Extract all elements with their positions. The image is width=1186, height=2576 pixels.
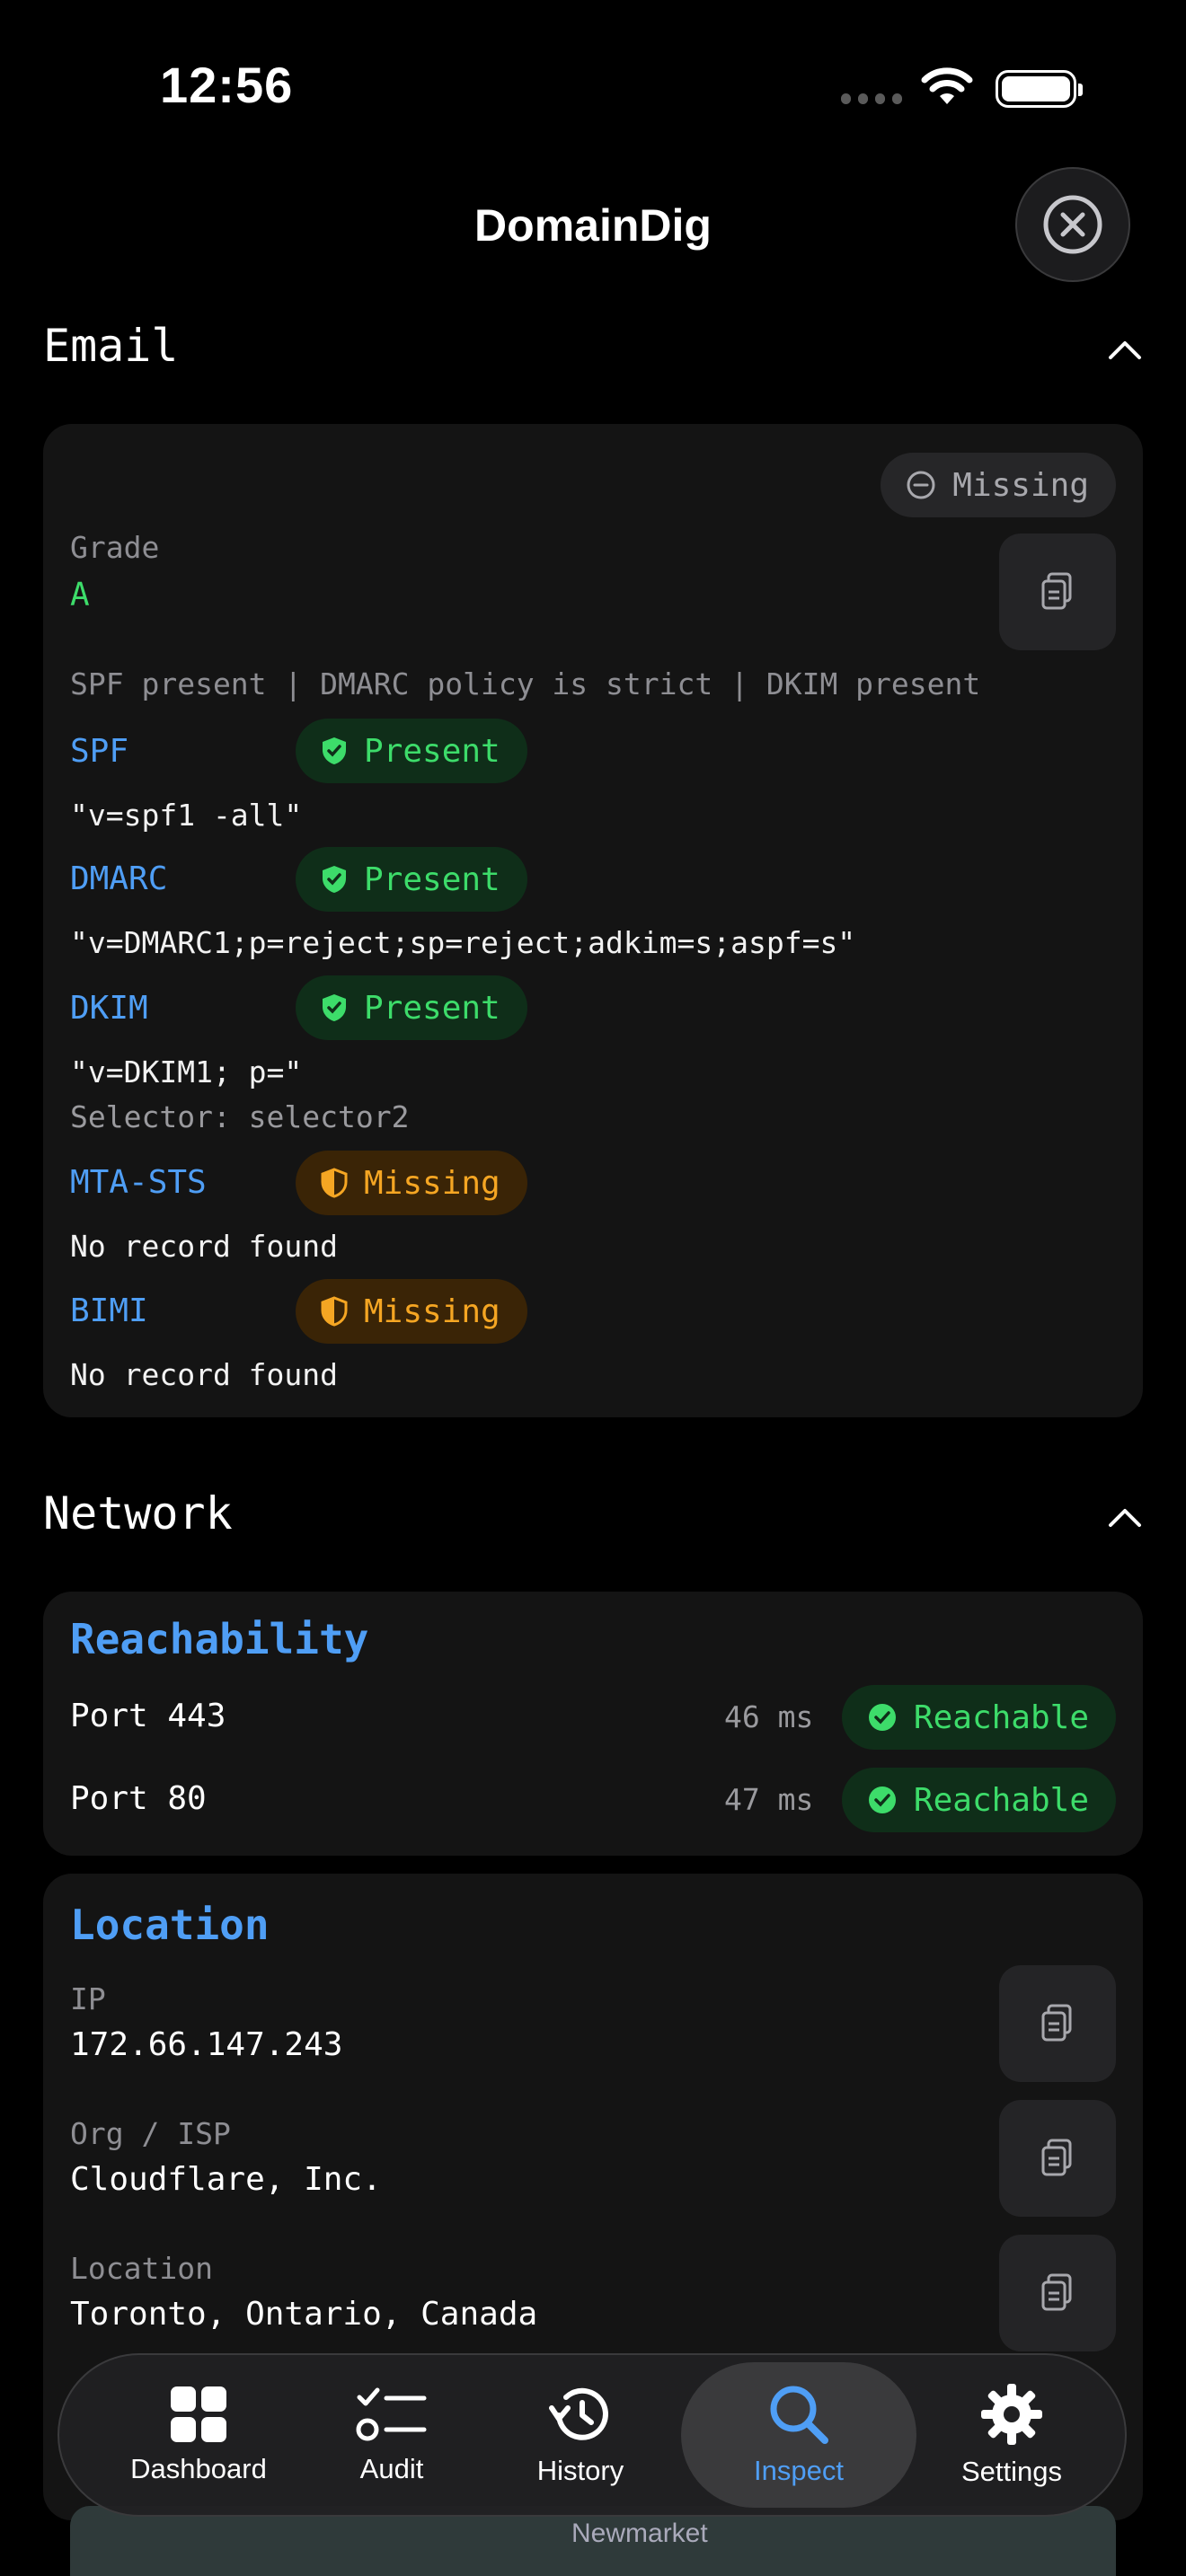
checklist-icon (356, 2387, 427, 2441)
page-title: DomainDig (474, 200, 712, 251)
tab-label: Inspect (754, 2455, 844, 2486)
email-overall-badge: Missing (881, 453, 1116, 517)
tab-bar: Dashboard Audit History Inspect Settings (58, 2353, 1127, 2517)
network-section-header[interactable]: Network (43, 1487, 1143, 1550)
tab-label: Settings (960, 2456, 1062, 2487)
copy-icon (1041, 2139, 1072, 2176)
tab-settings[interactable]: Settings (922, 2355, 1102, 2515)
record-name-dkim: DKIM (70, 990, 148, 1027)
record-value-spf: "v=spf1 -all" (70, 798, 303, 833)
history-icon (549, 2387, 608, 2440)
status-badge-label: Present (364, 732, 500, 770)
reachable-badge-label: Reachable (913, 1781, 1089, 1819)
reachability-card: Reachability Port 443 46 ms Reachable Po… (43, 1592, 1143, 1856)
record-name-mta-sts: MTA-STS (70, 1164, 207, 1201)
field-value-location: Toronto, Ontario, Canada (70, 2296, 538, 2333)
reachability-title: Reachability (70, 1615, 369, 1663)
copy-org-button[interactable] (999, 2100, 1116, 2217)
copy-icon (1041, 2273, 1072, 2311)
tab-label: Audit (359, 2453, 424, 2484)
field-value-org: Cloudflare, Inc. (70, 2161, 382, 2198)
tab-history[interactable]: History (491, 2355, 670, 2515)
copy-icon (1041, 2004, 1072, 2042)
status-badge-label: Present (364, 860, 500, 898)
tab-audit[interactable]: Audit (302, 2355, 482, 2515)
status-time: 12:56 (160, 57, 294, 113)
gear-icon (981, 2384, 1042, 2445)
copy-ip-button[interactable] (999, 1965, 1116, 2082)
record-name-dmarc: DMARC (70, 860, 168, 897)
cellular-icon (841, 93, 902, 104)
port-label: Port 443 (70, 1698, 226, 1734)
record-value-dmarc: "v=DMARC1;p=reject;sp=reject;adkim=s;asp… (70, 925, 856, 960)
status-badge-label: Missing (364, 1164, 500, 1202)
status-badge-label: Missing (364, 1292, 500, 1330)
network-section-title: Network (43, 1487, 233, 1539)
record-value-mta-sts: No record found (70, 1229, 339, 1264)
email-section-header[interactable]: Email (43, 320, 1143, 383)
grade-label: Grade (70, 530, 160, 565)
email-card: Missing Grade A SPF present | DMARC poli… (43, 424, 1143, 1417)
tab-inspect[interactable]: Inspect (681, 2355, 916, 2515)
email-summary: SPF present | DMARC policy is strict | D… (70, 666, 981, 701)
reachable-badge-label: Reachable (913, 1698, 1089, 1736)
map-place-label: Newmarket (571, 2519, 708, 2548)
copy-icon (1041, 572, 1072, 610)
magnifier-icon (770, 2386, 828, 2444)
email-section-title: Email (43, 320, 179, 372)
field-label-location: Location (70, 2251, 213, 2286)
record-name-spf: SPF (70, 733, 129, 770)
status-badge-dkim: Present (296, 975, 527, 1040)
field-label-ip: IP (70, 1981, 106, 2016)
record-value-bimi: No record found (70, 1357, 339, 1392)
check-circle-icon (868, 1786, 896, 1813)
tab-label: History (536, 2455, 624, 2486)
reachable-badge: Reachable (841, 1768, 1116, 1832)
email-overall-badge-label: Missing (952, 466, 1089, 504)
reachable-badge: Reachable (841, 1685, 1116, 1750)
field-label-org: Org / ISP (70, 2116, 231, 2151)
check-circle-icon (868, 1704, 896, 1731)
chevron-up-icon[interactable] (1107, 338, 1143, 361)
close-icon (1043, 195, 1102, 254)
copy-location-button[interactable] (999, 2235, 1116, 2351)
status-badge-label: Present (364, 989, 500, 1027)
battery-icon (996, 70, 1083, 108)
status-badge-dmarc: Present (296, 847, 527, 912)
port-latency: 46 ms (724, 1699, 814, 1734)
close-button[interactable] (1015, 167, 1130, 282)
grid-icon (171, 2386, 226, 2442)
shield-check-icon (323, 994, 346, 1021)
port-latency: 47 ms (724, 1782, 814, 1817)
record-selector-dkim: Selector: selector2 (70, 1099, 410, 1134)
tab-dashboard[interactable]: Dashboard (95, 2355, 302, 2515)
shield-half-icon (321, 1168, 348, 1198)
record-name-bimi: BIMI (70, 1292, 148, 1329)
chevron-up-icon[interactable] (1107, 1505, 1143, 1529)
grade-value: A (70, 577, 90, 613)
minus-circle-icon (907, 471, 935, 499)
tab-label: Dashboard (130, 2453, 267, 2484)
status-badge-mta-sts: Missing (296, 1151, 527, 1215)
record-value-dkim: "v=DKIM1; p=" (70, 1054, 303, 1090)
shield-check-icon (323, 737, 346, 764)
shield-check-icon (323, 866, 346, 893)
copy-grade-button[interactable] (999, 534, 1116, 650)
status-bar: 12:56 (0, 0, 1186, 180)
status-badge-bimi: Missing (296, 1279, 527, 1344)
wifi-icon (921, 67, 973, 104)
shield-half-icon (321, 1296, 348, 1327)
field-value-ip: 172.66.147.243 (70, 2026, 343, 2063)
location-title: Location (70, 1901, 270, 1949)
port-label: Port 80 (70, 1780, 207, 1817)
status-badge-spf: Present (296, 719, 527, 783)
